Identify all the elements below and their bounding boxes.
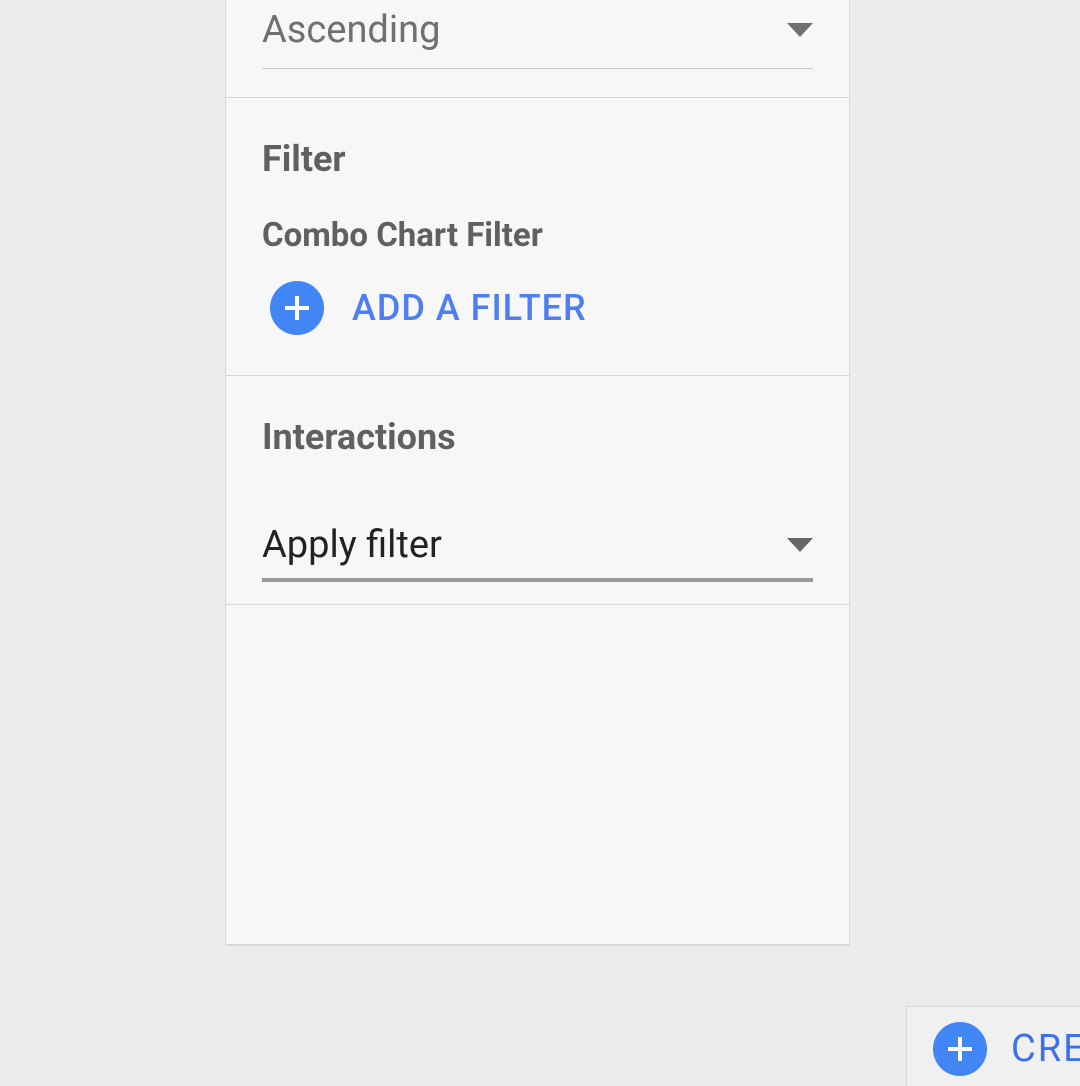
sort-order-value: Ascending bbox=[262, 8, 440, 52]
filter-section: Filter Combo Chart Filter ADD A FILTER bbox=[226, 98, 849, 376]
chevron-down-icon bbox=[787, 23, 813, 37]
interactions-section: Interactions Apply filter bbox=[226, 376, 849, 605]
plus-icon bbox=[270, 281, 324, 335]
interactions-heading: Interactions bbox=[262, 416, 813, 458]
create-button[interactable]: CRE bbox=[906, 1006, 1080, 1086]
plus-icon bbox=[933, 1022, 987, 1076]
chevron-down-icon bbox=[787, 538, 813, 552]
config-panel: Ascending Filter Combo Chart Filter ADD … bbox=[225, 0, 850, 946]
sort-section: Ascending bbox=[226, 0, 849, 98]
sort-order-dropdown[interactable]: Ascending bbox=[262, 0, 813, 69]
empty-section bbox=[226, 605, 849, 945]
filter-heading: Filter bbox=[262, 138, 813, 180]
create-button-label: CRE bbox=[1011, 1027, 1080, 1071]
interaction-value: Apply filter bbox=[262, 523, 442, 567]
add-filter-label: ADD A FILTER bbox=[352, 287, 587, 329]
interaction-dropdown[interactable]: Apply filter bbox=[262, 518, 813, 582]
add-filter-button[interactable]: ADD A FILTER bbox=[262, 281, 813, 335]
filter-subheading: Combo Chart Filter bbox=[262, 216, 813, 255]
